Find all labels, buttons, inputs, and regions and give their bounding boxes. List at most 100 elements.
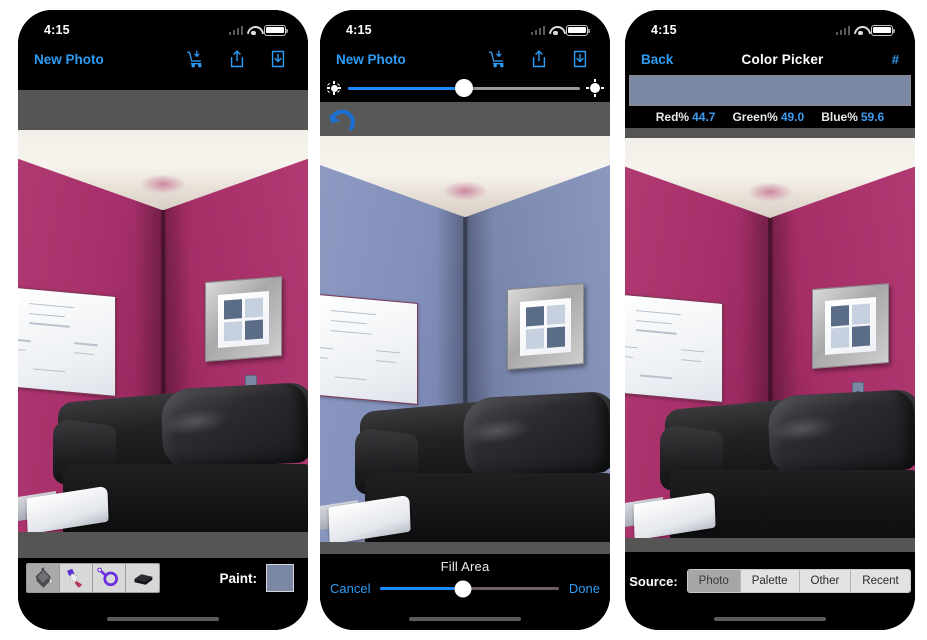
sun-dim-icon: [327, 81, 341, 95]
undo-strip: [320, 102, 610, 136]
cart-download-icon[interactable]: [488, 49, 508, 69]
color-preview-bar: [629, 75, 911, 106]
frame-artwork: [519, 297, 571, 356]
source-option-recent[interactable]: Recent: [851, 570, 910, 592]
share-icon[interactable]: [529, 49, 549, 69]
status-time: 4:15: [651, 23, 677, 37]
photo-canvas-1[interactable]: [18, 130, 308, 532]
screen-2: 4:15 New Photo Fill Area Cancel Done: [320, 10, 610, 630]
status-bar: 4:15: [18, 10, 308, 44]
source-option-photo[interactable]: Photo: [687, 570, 741, 592]
room-photo-painted: [320, 136, 610, 542]
nav-bar-3: Back Color Picker #: [625, 44, 915, 74]
fill-area-title: Fill Area: [440, 559, 490, 574]
room-photo-picker: [625, 138, 915, 538]
tool-palette: [26, 563, 160, 593]
cellular-signal-icon: [835, 25, 850, 35]
battery-icon: [566, 24, 591, 36]
battery-icon: [871, 24, 896, 36]
photo-canvas-2[interactable]: [320, 136, 610, 542]
brightness-thumb[interactable]: [455, 79, 473, 97]
bottom-toolbar-2: Fill Area Cancel Done: [320, 554, 610, 630]
save-download-icon[interactable]: [268, 49, 288, 69]
photo-bottom-gray-3: [625, 538, 915, 552]
magic-select-tool[interactable]: [93, 564, 126, 592]
spacer-gray-1: [18, 90, 308, 130]
screenshot-stage: 4:15 New Photo Paint: 4:15 New Photo Fil…: [0, 0, 927, 640]
home-indicator: [107, 617, 219, 621]
paint-label: Paint:: [219, 570, 257, 586]
photo-bottom-gray-2: [320, 542, 610, 554]
share-icon[interactable]: [227, 49, 247, 69]
framed-picture: [506, 283, 584, 371]
brightness-fill: [348, 86, 464, 90]
photo-canvas-3[interactable]: [625, 138, 915, 538]
green-value: 49.0: [780, 110, 805, 124]
rgb-readout: Red% 44.7 Green% 49.0 Blue% 59.6: [625, 106, 915, 128]
new-photo-button[interactable]: New Photo: [34, 52, 104, 67]
ceiling-glow: [746, 182, 794, 202]
status-indicators: [530, 24, 591, 36]
nav-actions: [488, 49, 594, 69]
paint-color-picker[interactable]: Paint:: [219, 564, 294, 592]
source-option-palette[interactable]: Palette: [740, 570, 800, 592]
cellular-signal-icon: [228, 25, 243, 35]
paint-swatch[interactable]: [266, 564, 294, 592]
spacer-black-1: [18, 74, 308, 90]
home-indicator: [714, 617, 826, 621]
whiteboard: [18, 285, 117, 397]
room-photo-original: [18, 130, 308, 532]
source-label: Source:: [629, 573, 678, 589]
brightness-track[interactable]: [348, 79, 580, 97]
phone-mockup-1: 4:15 New Photo Paint:: [18, 10, 308, 630]
hex-code-button[interactable]: #: [892, 52, 899, 67]
cart-download-icon[interactable]: [186, 49, 206, 69]
fill-area-thumb[interactable]: [454, 580, 472, 597]
blue-label: Blue%: [821, 110, 858, 124]
undo-arrow-icon[interactable]: [326, 105, 360, 133]
nav-bar-1: New Photo: [18, 44, 308, 74]
spacer-gray-3: [625, 128, 915, 138]
wifi-icon: [854, 25, 867, 36]
done-button[interactable]: Done: [569, 581, 600, 596]
eraser-tool[interactable]: [126, 564, 159, 592]
battery-icon: [264, 24, 289, 36]
status-time: 4:15: [44, 23, 70, 37]
frame-artwork: [824, 297, 876, 355]
ceiling-glow: [441, 180, 489, 201]
wifi-icon: [549, 25, 562, 36]
source-option-other[interactable]: Other: [799, 570, 852, 592]
fill-area-track[interactable]: [380, 580, 559, 597]
cellular-signal-icon: [530, 25, 545, 35]
save-download-icon[interactable]: [570, 49, 590, 69]
source-segmented-control[interactable]: Photo Palette Other Recent: [686, 569, 911, 593]
blue-value: 59.6: [860, 110, 885, 124]
back-button[interactable]: Back: [641, 52, 673, 67]
bottom-toolbar-3: Source: Photo Palette Other Recent: [625, 552, 915, 630]
status-indicators: [835, 24, 896, 36]
phone-mockup-2: 4:15 New Photo Fill Area Cancel Done: [320, 10, 610, 630]
brightness-slider-bar[interactable]: [320, 74, 610, 102]
whiteboard: [625, 292, 724, 404]
wifi-icon: [247, 25, 260, 36]
green-label: Green%: [732, 110, 778, 124]
screen-3: 4:15 Back Color Picker # Red% 44.7 Green…: [625, 10, 915, 630]
screen-1: 4:15 New Photo Paint:: [18, 10, 308, 630]
sun-bright-icon: [586, 79, 604, 97]
nav-actions: [186, 49, 292, 69]
paint-brush-tool[interactable]: [60, 564, 93, 592]
paint-bucket-tool[interactable]: [27, 564, 60, 592]
ceiling-glow: [139, 174, 187, 195]
framed-picture: [811, 282, 889, 370]
photo-bottom-gray-1: [18, 532, 308, 558]
new-photo-button[interactable]: New Photo: [336, 52, 406, 67]
framed-picture: [204, 275, 282, 363]
red-value: 44.7: [692, 110, 716, 124]
home-indicator: [409, 617, 521, 621]
green-channel: Green% 49.0: [732, 110, 804, 124]
status-bar: 4:15: [625, 10, 915, 44]
whiteboard: [320, 293, 419, 405]
tool-row: Paint:: [18, 558, 308, 593]
status-time: 4:15: [346, 23, 372, 37]
cancel-button[interactable]: Cancel: [330, 581, 370, 596]
